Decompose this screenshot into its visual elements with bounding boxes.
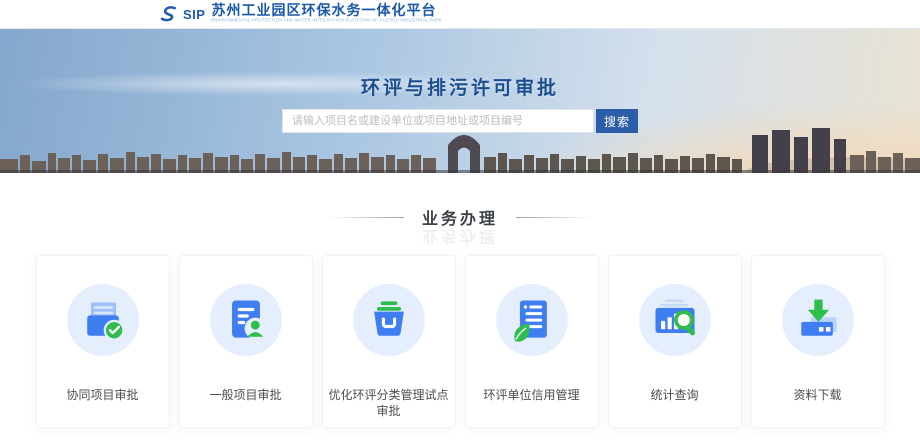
card-label: 协同项目审批 <box>62 388 142 404</box>
document-user-icon <box>210 284 282 356</box>
document-leaf-icon <box>496 284 568 356</box>
platform-subtitle: ENVIRONMENTAL PROTECTION AND WATER INTEG… <box>211 18 442 22</box>
search-button[interactable]: 搜索 <box>596 109 638 133</box>
archive-check-icon <box>67 284 139 356</box>
search-input[interactable] <box>282 109 594 133</box>
card-general-project-approval[interactable]: 一般项目审批 <box>179 255 313 428</box>
card-label: 资料下载 <box>789 388 845 404</box>
download-icon <box>782 284 854 356</box>
card-eia-unit-credit-management[interactable]: 环评单位信用管理 <box>465 255 599 428</box>
card-label: 环评单位信用管理 <box>479 388 583 404</box>
hero-title: 环评与排污许可审批 <box>361 73 559 100</box>
platform-title: 苏州工业园区环保水务一体化平台 <box>211 3 631 17</box>
top-header: SIP 苏州工业园区环保水务一体化平台 ENVIRONMENTAL PROTEC… <box>0 0 920 29</box>
service-cards: 协同项目审批 一般项目审批 优化环评分类管理试点审批 <box>0 255 920 428</box>
hero-banner: 环评与排污许可审批 搜索 <box>0 29 920 173</box>
section-title: 业务办理 <box>422 205 498 229</box>
section-header: 业务办理 业务办理 <box>0 205 920 229</box>
divider-left <box>326 217 404 218</box>
sip-logo-icon <box>160 5 179 24</box>
basket-icon <box>353 284 425 356</box>
section-title-reflection: 业务办理 <box>0 226 920 250</box>
card-statistics-query[interactable]: 统计查询 <box>608 255 742 428</box>
card-optimized-eia-pilot-approval[interactable]: 优化环评分类管理试点审批 <box>322 255 456 428</box>
chart-search-icon <box>639 284 711 356</box>
divider-right <box>516 217 594 218</box>
card-label: 一般项目审批 <box>205 388 285 404</box>
card-label: 统计查询 <box>646 388 702 404</box>
card-collaborative-project-approval[interactable]: 协同项目审批 <box>36 255 170 428</box>
card-data-download[interactable]: 资料下载 <box>751 255 885 428</box>
search-bar: 搜索 <box>282 109 638 133</box>
card-label: 优化环评分类管理试点审批 <box>323 388 455 419</box>
logo-text: SIP <box>183 7 205 22</box>
